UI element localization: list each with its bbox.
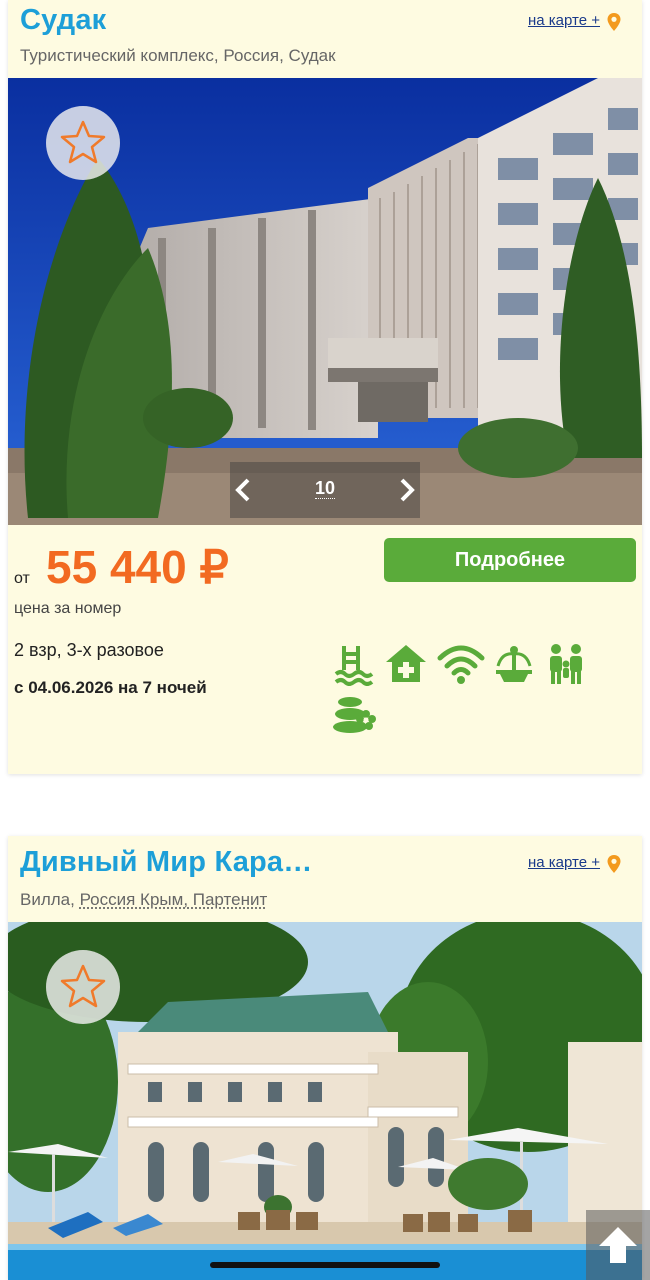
price-value: 55 440 ₽ [46, 541, 229, 593]
chevron-right-icon[interactable] [394, 476, 418, 504]
arrow-up-icon [599, 1227, 637, 1263]
home-indicator[interactable] [210, 1262, 440, 1268]
map-link[interactable]: на карте + [528, 854, 600, 871]
star-icon [60, 120, 106, 164]
hotel-card: Дивный Мир Кара… на карте + Вилла, Росси… [8, 836, 642, 1280]
guests-meal: 2 взр, 3-х разовое [14, 640, 164, 660]
hotel-photo[interactable] [8, 922, 642, 1280]
gallery-navigation: 10 [230, 462, 420, 518]
family-icon [550, 644, 582, 684]
price-prefix: от [14, 570, 30, 587]
hotel-subtitle: Туристический комплекс, Россия, Судак [20, 46, 336, 65]
medical-center-icon [386, 645, 426, 682]
fountain-icon [496, 646, 532, 682]
star-icon [60, 964, 106, 1008]
map-link[interactable]: на карте + [528, 12, 600, 29]
details-button[interactable]: Подробнее [384, 538, 636, 582]
price-note: цена за номер [14, 600, 122, 617]
scroll-to-top-button[interactable] [586, 1210, 650, 1280]
spa-icon [333, 697, 376, 733]
map-pin-icon[interactable] [606, 854, 622, 874]
hotel-title[interactable]: Дивный Мир Кара… [20, 846, 312, 879]
favorite-button[interactable] [46, 106, 120, 180]
hotel-photo[interactable]: 10 [8, 78, 642, 525]
hotel-subtitle: Вилла, Россия Крым, Партенит [20, 890, 268, 909]
map-pin-icon[interactable] [606, 12, 622, 32]
stay-dates: с 04.06.2026 на 7 ночей [14, 678, 207, 697]
gallery-counter: 10 [314, 478, 336, 499]
pool-icon [334, 646, 374, 686]
hotel-card: Судак на карте + Туристический комплекс,… [8, 0, 642, 774]
hotel-title[interactable]: Судак [20, 4, 106, 37]
wifi-icon [437, 645, 485, 684]
location-link[interactable]: Россия Крым, Партенит [80, 890, 268, 909]
favorite-button[interactable] [46, 950, 120, 1024]
